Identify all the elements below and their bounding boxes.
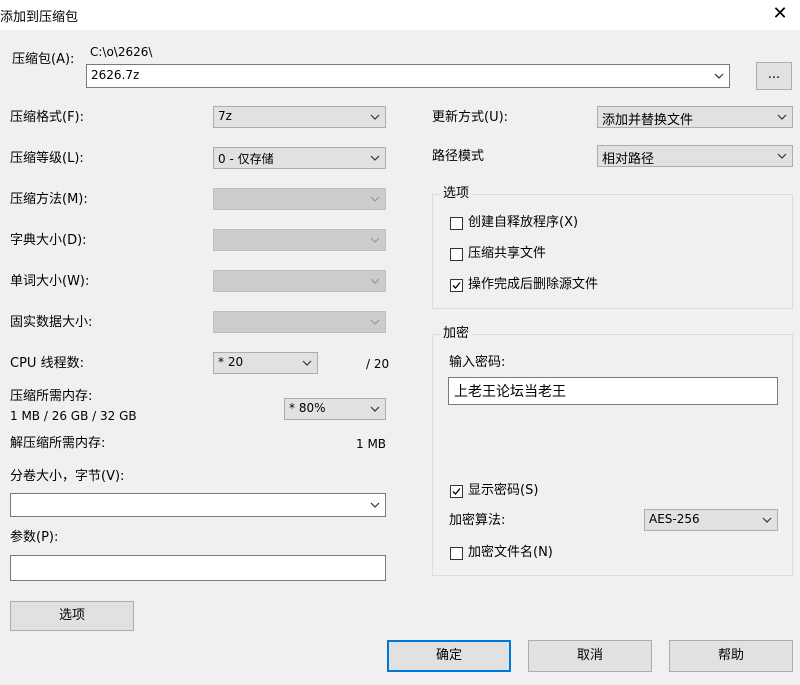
solid-label: 固实数据大小: bbox=[10, 315, 93, 330]
window-title: 添加到压缩包 bbox=[0, 10, 79, 25]
password-input[interactable]: 上老王论坛当老王 bbox=[448, 377, 778, 405]
browse-button[interactable]: ... bbox=[756, 62, 792, 90]
encryption-group-title: 加密 bbox=[440, 326, 473, 342]
chevron-down-icon bbox=[302, 360, 312, 366]
chevron-down-icon bbox=[370, 319, 380, 325]
word-select bbox=[213, 270, 386, 292]
cancel-button[interactable]: 取消 bbox=[528, 640, 652, 672]
chevron-down-icon bbox=[370, 155, 380, 161]
update-label: 更新方式(U): bbox=[432, 110, 509, 125]
chevron-down-icon bbox=[370, 114, 380, 120]
title-bar: 添加到压缩包 ✕ bbox=[0, 0, 800, 30]
sfx-checkbox[interactable] bbox=[450, 217, 463, 230]
chevron-down-icon bbox=[370, 406, 380, 412]
mem-usage-select[interactable]: * 80% bbox=[284, 398, 386, 420]
method-label: 压缩方法(M): bbox=[10, 192, 88, 207]
show-password-label: 显示密码(S) bbox=[468, 483, 539, 498]
sfx-label: 创建自释放程序(X) bbox=[468, 215, 579, 230]
mem-decompress-value: 1 MB bbox=[356, 437, 387, 451]
level-value: 0 - 仅存储 bbox=[218, 152, 274, 166]
method-select bbox=[213, 188, 386, 210]
password-label: 输入密码: bbox=[449, 355, 506, 370]
mem-compress-detail: 1 MB / 26 GB / 32 GB bbox=[10, 409, 137, 423]
cpu-threads-value: * 20 bbox=[218, 355, 244, 369]
solid-select bbox=[213, 311, 386, 333]
show-password-checkbox[interactable] bbox=[450, 485, 463, 498]
chevron-down-icon bbox=[370, 278, 380, 284]
mem-usage-value: * 80% bbox=[289, 401, 326, 415]
format-label: 压缩格式(F): bbox=[10, 110, 85, 125]
password-value: 上老王论坛当老王 bbox=[454, 384, 566, 400]
chevron-down-icon bbox=[370, 237, 380, 243]
format-value: 7z bbox=[218, 109, 232, 123]
encrypt-names-label: 加密文件名(N) bbox=[468, 545, 553, 560]
update-mode-select[interactable]: 添加并替换文件 bbox=[597, 106, 793, 128]
cpu-threads-select[interactable]: * 20 bbox=[213, 352, 318, 374]
archive-label: 压缩包(A): bbox=[12, 52, 75, 67]
shared-files-checkbox[interactable] bbox=[450, 248, 463, 261]
split-label: 分卷大小，字节(V): bbox=[10, 469, 125, 484]
options-group-title: 选项 bbox=[440, 186, 473, 202]
path-mode-value: 相对路径 bbox=[602, 152, 655, 167]
dict-select bbox=[213, 229, 386, 251]
encryption-method-select[interactable]: AES-256 bbox=[644, 509, 778, 531]
dict-label: 字典大小(D): bbox=[10, 233, 87, 248]
shared-files-label: 压缩共享文件 bbox=[468, 246, 547, 261]
delete-after-checkbox[interactable] bbox=[450, 279, 463, 292]
path-mode-select[interactable]: 相对路径 bbox=[597, 145, 793, 167]
chevron-down-icon bbox=[370, 196, 380, 202]
archive-name-combo[interactable]: 2626.7z bbox=[86, 64, 730, 88]
chevron-down-icon bbox=[762, 517, 772, 523]
encryption-method-value: AES-256 bbox=[649, 512, 700, 526]
chevron-down-icon bbox=[370, 502, 380, 508]
split-size-combo[interactable] bbox=[10, 493, 386, 517]
format-select[interactable]: 7z bbox=[213, 106, 386, 128]
chevron-down-icon bbox=[777, 153, 787, 159]
check-icon bbox=[452, 282, 461, 289]
cpu-max: / 20 bbox=[366, 357, 390, 371]
cpu-label: CPU 线程数: bbox=[10, 356, 84, 371]
delete-after-label: 操作完成后删除源文件 bbox=[468, 277, 599, 292]
check-icon bbox=[452, 488, 461, 495]
ok-button[interactable]: 确定 bbox=[387, 640, 511, 672]
level-label: 压缩等级(L): bbox=[10, 151, 84, 166]
encryption-method-label: 加密算法: bbox=[449, 513, 506, 528]
mem-decompress-label: 解压缩所需内存: bbox=[10, 436, 106, 451]
params-label: 参数(P): bbox=[10, 530, 59, 545]
params-input[interactable] bbox=[10, 555, 386, 581]
help-button[interactable]: 帮助 bbox=[669, 640, 793, 672]
path-mode-label: 路径模式 bbox=[432, 149, 485, 164]
archive-name-value: 2626.7z bbox=[91, 68, 140, 82]
chevron-down-icon bbox=[777, 114, 787, 120]
mem-compress-label: 压缩所需内存: bbox=[10, 389, 93, 404]
close-icon[interactable]: ✕ bbox=[768, 2, 792, 26]
level-select[interactable]: 0 - 仅存储 bbox=[213, 147, 386, 169]
chevron-down-icon bbox=[714, 73, 724, 79]
options-button[interactable]: 选项 bbox=[10, 601, 134, 631]
archive-path: C:\o\2626\ bbox=[90, 45, 153, 59]
word-label: 单词大小(W): bbox=[10, 274, 90, 289]
encrypt-names-checkbox[interactable] bbox=[450, 547, 463, 560]
update-mode-value: 添加并替换文件 bbox=[602, 113, 694, 128]
